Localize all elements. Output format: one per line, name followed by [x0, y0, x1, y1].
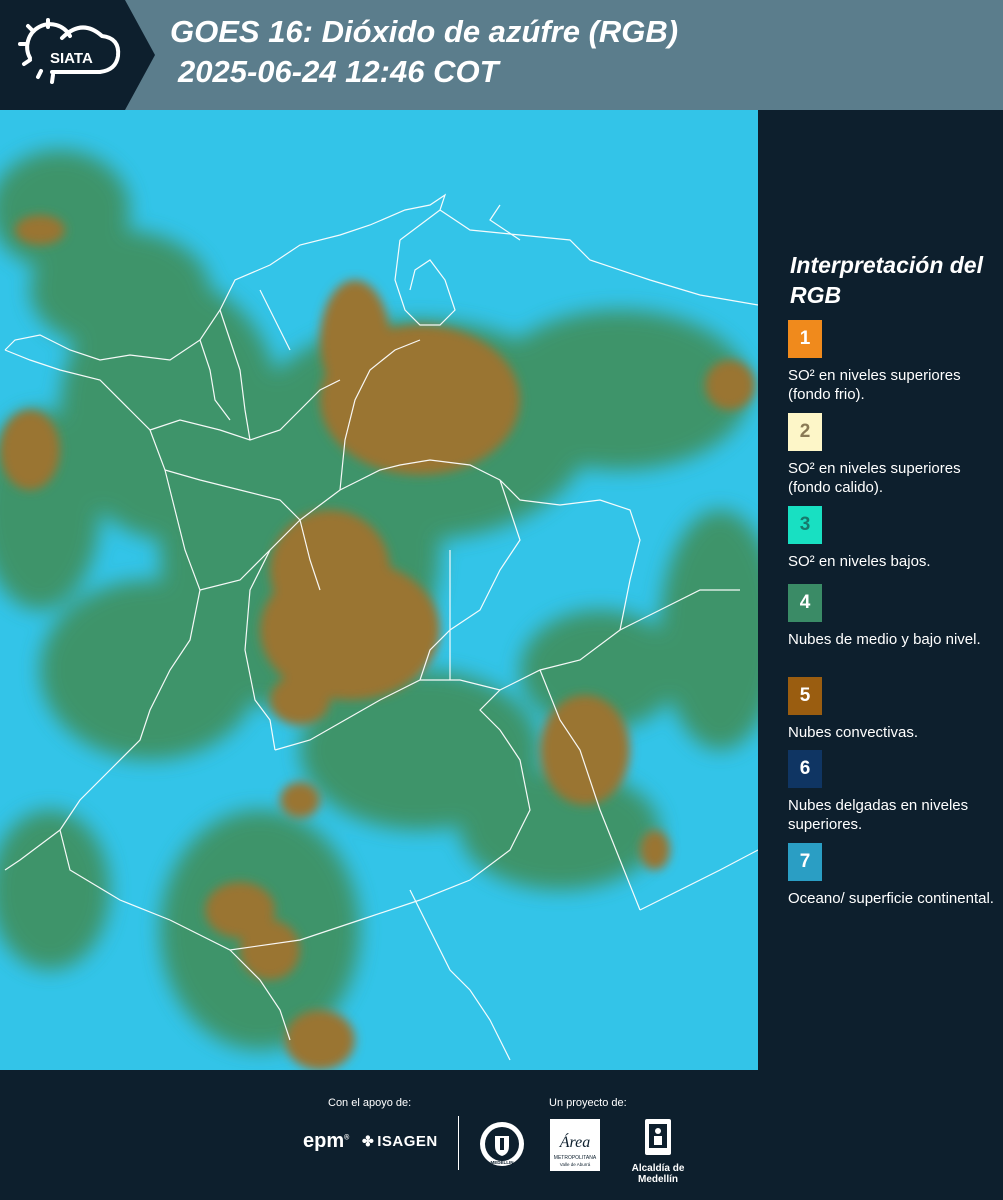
legend-item: 4 Nubes de medio y bajo nivel. — [788, 584, 998, 686]
isagen-logo: ✤ ISAGEN — [362, 1133, 438, 1150]
alcaldia-label: Alcaldía de Medellín — [631, 1163, 685, 1185]
legend-label: Oceano/ superficie continental. — [788, 890, 994, 907]
footer-divider — [458, 1116, 459, 1170]
epm-logo-text: epm — [303, 1130, 345, 1152]
timestamp: 2025-06-24 12:46 COT — [178, 54, 499, 89]
satellite-map — [0, 110, 758, 1070]
alcaldia-medellin-logo: Alcaldía de Medellín — [613, 1118, 703, 1185]
footer: Con el apoyo de: Un proyecto de: epm® ✤ I… — [0, 1070, 1003, 1200]
seal-text: MEDELLIN — [491, 1160, 514, 1165]
isagen-icon: ✤ — [362, 1133, 375, 1149]
legend-item: 7 Oceano/ superficie continental. — [788, 843, 998, 945]
epm-logo: epm® — [303, 1130, 350, 1152]
legend-swatch: 1 — [788, 320, 822, 358]
header-bar: SIATA GOES 16: Dióxido de azúfre (RGB) 2… — [0, 0, 1003, 110]
legend-panel: Interpretación del RGB 1 SO² en niveles … — [758, 110, 1003, 1070]
siata-logo-text: SIATA — [50, 50, 93, 67]
area-logo-text: Área — [559, 1132, 591, 1151]
legend-item: 1 SO² en niveles superiores (fondo frio)… — [788, 320, 998, 422]
siata-logo: SIATA — [0, 0, 155, 110]
legend-swatch: 7 — [788, 843, 822, 881]
medellin-seal-logo: MEDELLIN — [478, 1120, 526, 1173]
isagen-logo-text: ISAGEN — [377, 1133, 438, 1150]
support-label: Con el apoyo de: — [328, 1097, 412, 1109]
legend-swatch: 4 — [788, 584, 822, 622]
page-title: GOES 16: Dióxido de azúfre (RGB) — [170, 14, 679, 49]
area-metropolitana-logo: Área METROPOLITANA Valle de Aburrá — [550, 1119, 600, 1176]
area-logo-sub2: Valle de Aburrá — [560, 1162, 591, 1167]
legend-swatch: 3 — [788, 506, 822, 544]
legend-swatch: 2 — [788, 413, 822, 451]
legend-swatch: 5 — [788, 677, 822, 715]
legend-swatch: 6 — [788, 750, 822, 788]
area-logo-sub: METROPOLITANA — [554, 1155, 597, 1161]
legend-item: 6 Nubes delgadas en niveles superiores. — [788, 750, 998, 852]
legend-item: 2 SO² en niveles superiores (fondo calid… — [788, 413, 998, 515]
project-label: Un proyecto de: — [549, 1097, 627, 1109]
legend-title: Interpretación del RGB — [790, 252, 983, 308]
